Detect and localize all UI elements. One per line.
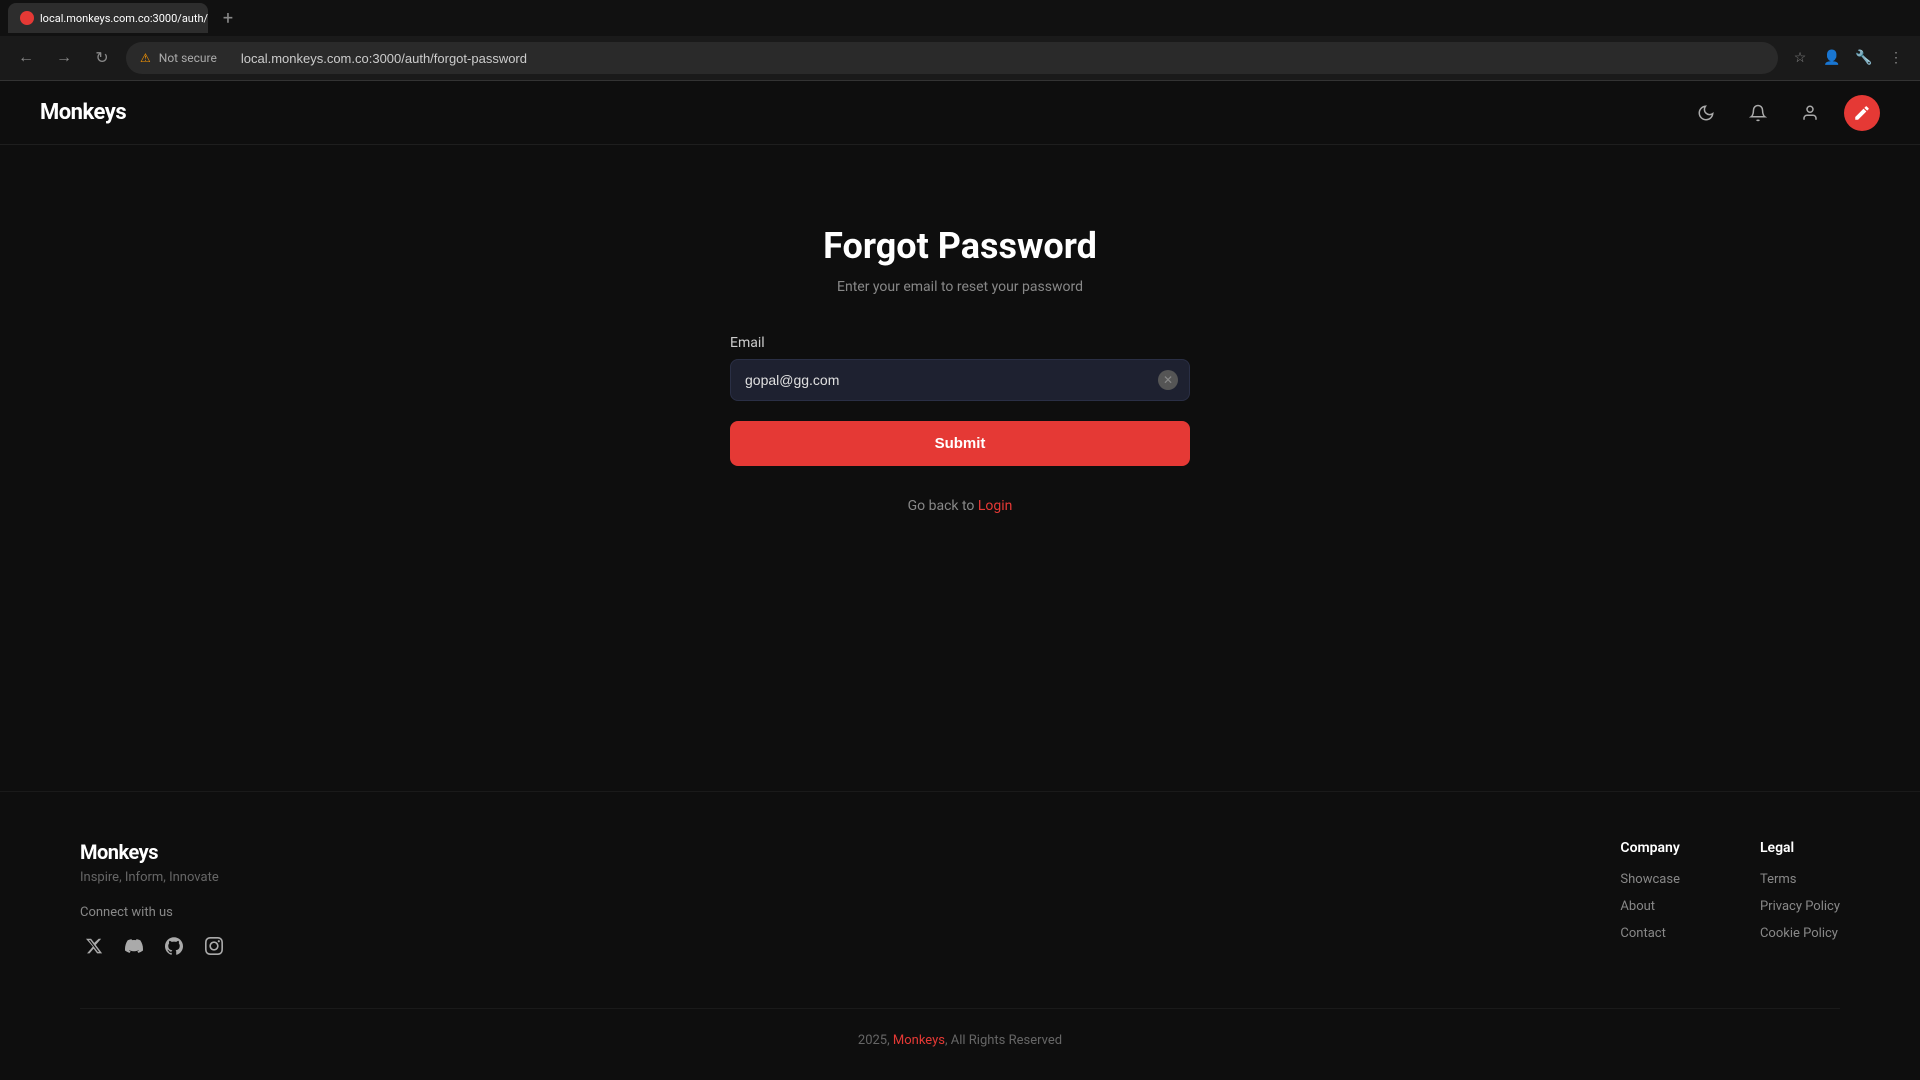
theme-toggle-icon[interactable] <box>1688 95 1724 131</box>
email-label: Email <box>730 335 1190 351</box>
notifications-icon[interactable] <box>1740 95 1776 131</box>
email-input[interactable] <box>730 359 1190 401</box>
tab-title: local.monkeys.com.co:3000/auth/forgot-pa… <box>40 12 208 25</box>
company-links: Showcase About Contact <box>1620 872 1680 941</box>
footer-links: Company Showcase About Contact Legal Ter… <box>1620 840 1840 960</box>
active-tab[interactable]: local.monkeys.com.co:3000/auth/forgot-pa… <box>8 3 208 33</box>
copyright-text: 2025, <box>858 1033 893 1048</box>
extensions-icon[interactable]: 🔧 <box>1852 46 1876 70</box>
main-content: Forgot Password Enter your email to rese… <box>0 145 1920 791</box>
security-label: Not secure <box>159 51 217 65</box>
back-button[interactable]: ← <box>12 44 40 72</box>
browser-toolbar-icons: ☆ 👤 🔧 ⋮ <box>1788 46 1908 70</box>
footer-company-col: Company Showcase About Contact <box>1620 840 1680 960</box>
footer-legal-col: Legal Terms Privacy Policy Cookie Policy <box>1760 840 1840 960</box>
back-text: Go back to <box>908 498 978 514</box>
bookmark-icon[interactable]: ☆ <box>1788 46 1812 70</box>
submit-button[interactable]: Submit <box>730 421 1190 466</box>
copyright-brand: Monkeys <box>893 1033 945 1048</box>
terms-link[interactable]: Terms <box>1760 872 1840 887</box>
cookie-link[interactable]: Cookie Policy <box>1760 926 1840 941</box>
company-title: Company <box>1620 840 1680 856</box>
github-icon[interactable] <box>160 932 188 960</box>
user-avatar[interactable] <box>1844 95 1880 131</box>
browser-tabs: local.monkeys.com.co:3000/auth/forgot-pa… <box>0 0 1920 36</box>
footer-brand: Monkeys Inspire, Inform, Innovate Connec… <box>80 840 228 960</box>
legal-title: Legal <box>1760 840 1840 856</box>
email-input-wrapper: ✕ <box>730 359 1190 401</box>
footer-main: Monkeys Inspire, Inform, Innovate Connec… <box>80 840 1840 960</box>
connect-label: Connect with us <box>80 905 228 920</box>
social-icons <box>80 932 228 960</box>
about-link[interactable]: About <box>1620 899 1680 914</box>
user-icon[interactable] <box>1792 95 1828 131</box>
back-to-login: Go back to Login <box>730 498 1190 514</box>
security-icon: ⚠ <box>140 51 151 65</box>
discord-icon[interactable] <box>120 932 148 960</box>
instagram-icon[interactable] <box>200 932 228 960</box>
new-tab-button[interactable]: + <box>214 4 242 32</box>
footer: Monkeys Inspire, Inform, Innovate Connec… <box>0 791 1920 1080</box>
twitter-icon[interactable] <box>80 932 108 960</box>
browser-chrome: local.monkeys.com.co:3000/auth/forgot-pa… <box>0 0 1920 81</box>
forward-button[interactable]: → <box>50 44 78 72</box>
clear-email-button[interactable]: ✕ <box>1158 370 1178 390</box>
logo-text: Monkeys <box>40 100 126 125</box>
logo[interactable]: Monkeys <box>40 100 126 125</box>
profile-icon[interactable]: 👤 <box>1820 46 1844 70</box>
tab-favicon <box>20 11 34 25</box>
address-bar: ← → ↻ ⚠ Not secure ☆ 👤 🔧 ⋮ <box>0 36 1920 80</box>
footer-bottom: 2025, Monkeys, All Rights Reserved <box>80 1008 1840 1048</box>
address-input[interactable] <box>225 42 1764 74</box>
email-form-group: Email ✕ <box>730 335 1190 401</box>
login-link[interactable]: Login <box>978 498 1013 514</box>
header: Monkeys <box>0 81 1920 145</box>
showcase-link[interactable]: Showcase <box>1620 872 1680 887</box>
app: Monkeys <box>0 81 1920 1080</box>
page-subtitle: Enter your email to reset your password <box>837 279 1083 295</box>
header-actions <box>1688 95 1880 131</box>
privacy-link[interactable]: Privacy Policy <box>1760 899 1840 914</box>
reload-button[interactable]: ↻ <box>88 44 116 72</box>
more-icon[interactable]: ⋮ <box>1884 46 1908 70</box>
page-title: Forgot Password <box>823 225 1097 267</box>
forgot-password-form: Email ✕ Submit Go back to Login <box>730 335 1190 514</box>
contact-link[interactable]: Contact <box>1620 926 1680 941</box>
legal-links: Terms Privacy Policy Cookie Policy <box>1760 872 1840 941</box>
copyright-suffix: , All Rights Reserved <box>945 1033 1062 1048</box>
footer-logo: Monkeys <box>80 840 228 864</box>
footer-tagline: Inspire, Inform, Innovate <box>80 870 228 885</box>
